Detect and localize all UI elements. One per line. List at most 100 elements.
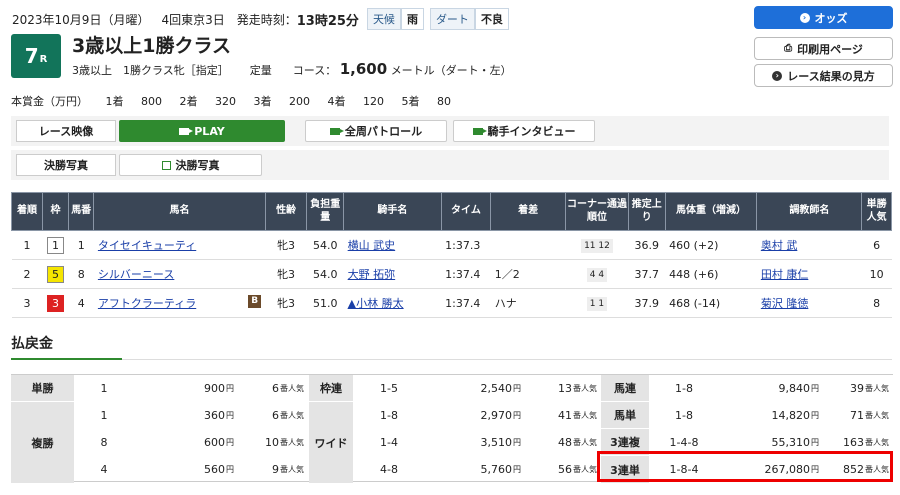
yen-unit: 円 [226, 465, 234, 474]
jockey-cell: 横山 武史 [343, 230, 442, 260]
pop: 10 [265, 436, 279, 449]
trainer-link[interactable]: 奥村 武 [761, 239, 798, 252]
yen-unit: 円 [513, 438, 521, 447]
patrol-label: 全周パトロール [344, 125, 423, 138]
umaren-pop: 39 番人気 [819, 375, 889, 402]
corner-order: 4 4 [586, 267, 608, 282]
prize-item: 120 [363, 95, 384, 108]
photo-row: 決勝写真 決勝写真 [11, 150, 889, 180]
video-camera-icon [472, 127, 487, 135]
highlight-box [597, 451, 893, 482]
video-row: レース映像 PLAY 全周パトロール 騎手インタビュー [11, 116, 889, 146]
horse-name-link[interactable]: シルバーニース [98, 268, 174, 281]
photo-btn-label: 決勝写真 [175, 159, 220, 172]
fukusho-num: 8 [100, 436, 108, 449]
wide-label: ワイド [309, 402, 353, 483]
col-header: 馬番 [67, 192, 95, 231]
prize-item: 4着 [327, 95, 346, 108]
patrol-button[interactable]: 全周パトロール [305, 120, 447, 142]
payout-title: 払戻金 [11, 336, 53, 352]
body-weight: 460 (+2) [665, 230, 757, 260]
corner-cell: 1 1 [565, 288, 629, 318]
jockey-link[interactable]: ▲小林 勝太 [348, 297, 404, 310]
margin: ハナ [490, 288, 566, 318]
col-header: 推定上り [627, 192, 666, 231]
horse-number: 1 [68, 230, 94, 260]
pop: 9 [272, 463, 279, 476]
pop: 71 [850, 409, 864, 422]
result-guide-button[interactable]: › レース結果の見方 [754, 64, 893, 87]
corner-order: 1 1 [586, 296, 608, 311]
ninki-unit: 番人気 [280, 438, 304, 447]
weight-rule: 定量 [249, 64, 272, 77]
odds-button[interactable]: › オッズ [754, 6, 893, 29]
horse-cell: タイセイキューティ [93, 230, 266, 260]
body-weight: 448 (+6) [665, 259, 757, 289]
col-header: 馬名 [93, 192, 266, 231]
race-number-suffix: R [39, 53, 48, 65]
yen-unit: 円 [513, 384, 521, 393]
weight: 51.0 [306, 288, 344, 318]
amount: 9,840 [778, 382, 811, 395]
ninki-unit: 番人気 [573, 465, 597, 474]
popularity: 6 [861, 230, 892, 260]
weather-label: 天候 [366, 8, 401, 30]
amount: 14,820 [771, 409, 811, 422]
track-condition: 不良 [474, 8, 509, 30]
table-row: 1 1 1 タイセイキューティ 牝3 54.0 横山 武史 1:37.3 11 … [11, 230, 892, 260]
image-icon [161, 160, 171, 170]
ninki-unit: 番人気 [865, 384, 889, 393]
print-page-button[interactable]: ⎙ 印刷用ページ [754, 37, 893, 60]
col-header: 着差 [490, 192, 567, 231]
interview-label: 騎手インタビュー [487, 125, 576, 138]
amount: 360 [204, 409, 225, 422]
video-label: レース映像 [16, 120, 116, 142]
pop: 163 [843, 436, 864, 449]
table-row: 3 3 4 アフトクラーティラ B 牝3 51.0 ▲小林 勝太 1:37.4 ハ… [11, 288, 892, 318]
trainer-link[interactable]: 菊沢 隆徳 [761, 297, 809, 310]
play-button[interactable]: PLAY [119, 120, 285, 142]
fukusho-num: 1 [100, 409, 108, 422]
amount: 2,540 [480, 382, 513, 395]
horse-name-link[interactable]: タイセイキューティ [98, 239, 196, 252]
pop: 48 [558, 436, 572, 449]
col-header: 性齢 [264, 192, 308, 231]
umatan-label: 馬単 [601, 402, 649, 428]
yen-unit: 円 [811, 384, 819, 393]
col-header: 枠 [42, 192, 69, 231]
wakuren-num: 1-5 [380, 382, 398, 395]
umaren-label: 馬連 [601, 375, 649, 401]
horse-cell: シルバーニース [93, 259, 266, 289]
table-row: 2 5 8 シルバーニース 牝3 54.0 大野 拓弥 1:37.4 1／2 4… [11, 259, 892, 289]
start-label: 発走時刻： [236, 12, 297, 27]
amount: 3,510 [480, 436, 513, 449]
pop: 13 [558, 382, 572, 395]
prize-item: 800 [141, 95, 162, 108]
race-title: 3歳以上1勝クラス [72, 35, 232, 57]
video-camera-icon [179, 127, 194, 135]
margin: 1／2 [490, 259, 566, 289]
trainer-link[interactable]: 田村 康仁 [761, 268, 809, 281]
fukusho-pop: 9 番人気 [234, 456, 304, 483]
fukusho-amount: 360 円 [134, 402, 234, 429]
horse-name-link[interactable]: アフトクラーティラ [98, 297, 196, 310]
yen-unit: 円 [811, 438, 819, 447]
interview-button[interactable]: 騎手インタビュー [453, 120, 595, 142]
prize-item: 2着 [179, 95, 198, 108]
corner-order: 11 12 [581, 238, 613, 253]
waku-badge: 5 [47, 265, 65, 283]
photo-button[interactable]: 決勝写真 [119, 154, 262, 176]
waku-badge: 3 [47, 294, 65, 312]
popularity: 10 [861, 259, 892, 289]
col-header: コーナー通過順位 [565, 192, 629, 231]
rank: 2 [11, 259, 43, 289]
prize-item: 5着 [401, 95, 420, 108]
tansho-label: 単勝 [11, 375, 74, 402]
ninki-unit: 番人気 [280, 384, 304, 393]
print-label: 印刷用ページ [797, 42, 863, 56]
jockey-link[interactable]: 大野 拓弥 [348, 268, 396, 281]
tansho-amount: 900 円 [134, 375, 234, 402]
ninki-unit: 番人気 [573, 411, 597, 420]
waku-cell: 3 [42, 288, 69, 318]
jockey-link[interactable]: 横山 武史 [348, 239, 396, 252]
